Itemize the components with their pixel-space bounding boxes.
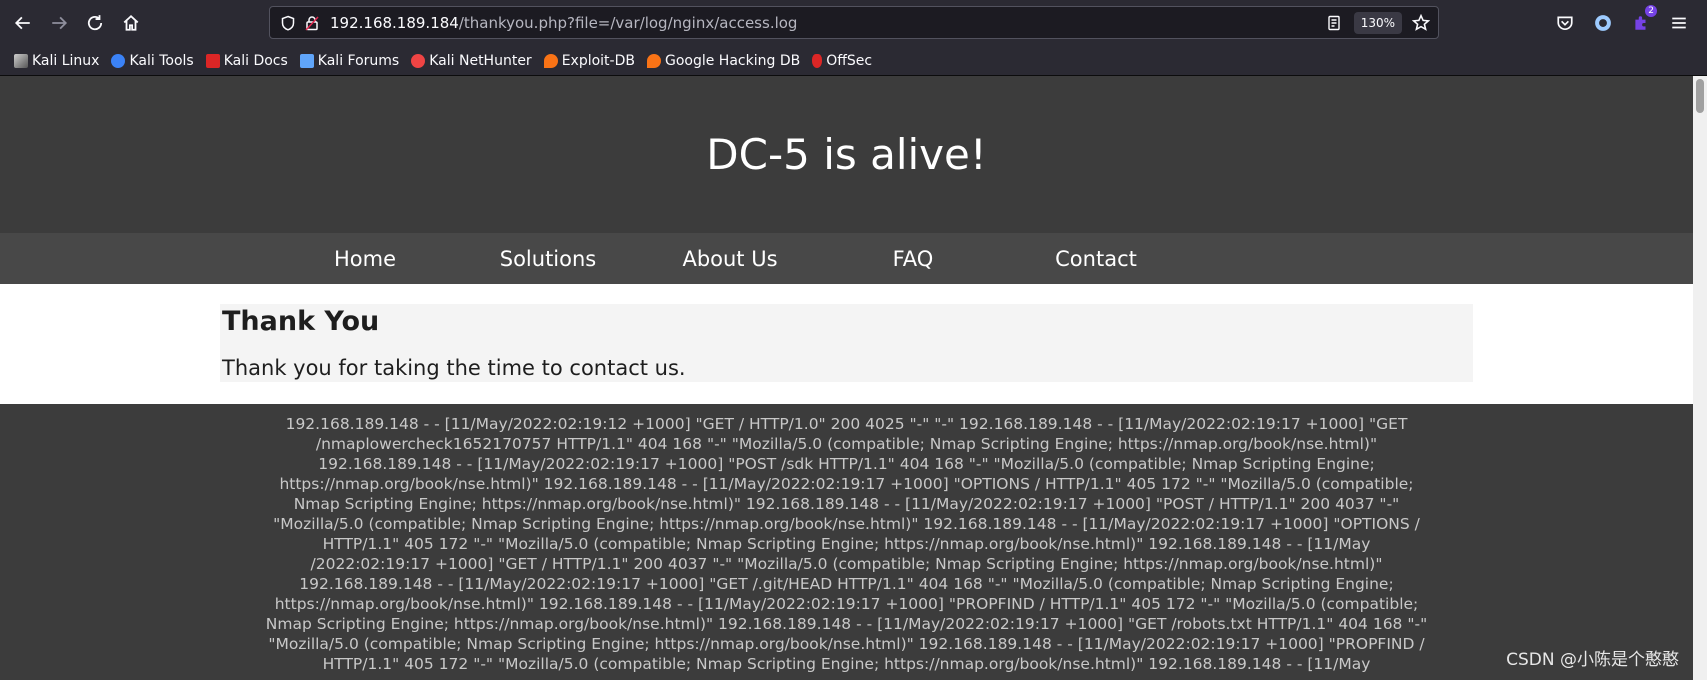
app-menu-button[interactable] — [1669, 13, 1689, 33]
log-line: HTTP/1.1" 405 172 "-" "Mozilla/5.0 (comp… — [322, 535, 1371, 553]
url-text[interactable]: 192.168.189.184/thankyou.php?file=/var/l… — [330, 14, 797, 32]
kali-tools-icon — [111, 53, 126, 68]
log-line: https://nmap.org/book/nse.html)" 192.168… — [274, 595, 1419, 613]
home-button[interactable] — [118, 10, 144, 36]
log-line: Nmap Scripting Engine; https://nmap.org/… — [293, 495, 1400, 513]
bookmarks-bar: Kali Linux Kali Tools Kali Docs Kali For… — [0, 46, 1707, 76]
bookmark-label: Google Hacking DB — [664, 52, 801, 69]
offsec-icon — [812, 53, 823, 68]
log-line: /nmaplowercheck1652170757 HTTP/1.1" 404 … — [315, 435, 1378, 453]
site-title: DC-5 is alive! — [706, 130, 987, 179]
bookmark-label: Kali NetHunter — [429, 52, 532, 69]
bookmark-label: Kali Forums — [317, 52, 400, 69]
log-line: /2022:02:19:17 +1000] "GET / HTTP/1.1" 2… — [310, 555, 1383, 573]
bookmark-exploit-db[interactable]: Exploit-DB — [543, 52, 635, 69]
log-line: Nmap Scripting Engine; https://nmap.org/… — [265, 615, 1428, 633]
home-icon — [123, 15, 139, 31]
log-output-area: 192.168.189.148 - - [11/May/2022:02:19:1… — [0, 404, 1693, 680]
kali-docs-icon — [205, 53, 220, 68]
page-viewport: DC-5 is alive! Home Solutions About Us F… — [0, 76, 1693, 680]
url-path: /thankyou.php?file=/var/log/nginx/access… — [458, 13, 798, 32]
log-line: "Mozilla/5.0 (compatible; Nmap Scripting… — [273, 515, 1420, 533]
url-host: 192.168.189.184 — [330, 13, 459, 32]
site-nav: Home Solutions About Us FAQ Contact — [0, 233, 1693, 284]
bookmark-label: Kali Tools — [129, 52, 194, 69]
bookmark-star-icon[interactable] — [1412, 13, 1430, 32]
nethunter-icon — [411, 53, 426, 68]
thank-you-box: Thank You Thank you for taking the time … — [220, 304, 1473, 382]
browser-toolbar: 192.168.189.184/thankyou.php?file=/var/l… — [0, 0, 1707, 46]
ghdb-icon — [646, 53, 661, 68]
nav-home[interactable]: Home — [275, 233, 455, 284]
arrow-right-icon — [52, 16, 68, 30]
bookmark-offsec[interactable]: OffSec — [812, 53, 872, 69]
back-button[interactable] — [10, 10, 36, 36]
nav-about-us[interactable]: About Us — [640, 233, 820, 284]
log-line: HTTP/1.1" 405 172 "-" "Mozilla/5.0 (comp… — [322, 655, 1371, 673]
pocket-icon — [1557, 16, 1573, 31]
reader-view-icon[interactable] — [1326, 15, 1342, 31]
bookmark-label: Kali Linux — [32, 52, 100, 69]
scrollbar-thumb[interactable] — [1696, 79, 1704, 113]
extension-puzzle-icon — [1635, 16, 1646, 30]
reload-icon — [87, 15, 103, 31]
arrow-left-icon — [14, 16, 30, 30]
log-line: 192.168.189.148 - - [11/May/2022:02:19:1… — [299, 575, 1394, 593]
page-scrollbar[interactable] — [1693, 76, 1707, 680]
bookmark-label: Exploit-DB — [561, 52, 635, 69]
bookmark-kali-docs[interactable]: Kali Docs — [205, 52, 288, 69]
bookmark-kali-linux[interactable]: Kali Linux — [14, 53, 99, 69]
bookmark-google-hacking-db[interactable]: Google Hacking DB — [646, 52, 801, 69]
bookmark-kali-tools[interactable]: Kali Tools — [111, 52, 194, 69]
tracking-shield-icon[interactable] — [280, 15, 296, 31]
nav-solutions[interactable]: Solutions — [458, 233, 638, 284]
thank-you-heading: Thank You — [222, 306, 380, 337]
url-bar[interactable]: 192.168.189.184/thankyou.php?file=/var/l… — [269, 6, 1439, 39]
account-avatar-icon — [1595, 15, 1611, 31]
log-line: 192.168.189.148 - - [11/May/2022:02:19:1… — [285, 415, 1408, 433]
hamburger-menu-icon — [1672, 17, 1686, 29]
exploit-db-icon — [543, 53, 558, 68]
extensions-badge: 2 — [1645, 5, 1657, 17]
nav-contact[interactable]: Contact — [1006, 233, 1186, 284]
zoom-level-button[interactable]: 130% — [1353, 11, 1402, 34]
kali-dragon-icon — [14, 53, 28, 68]
access-log-text: 192.168.189.148 - - [11/May/2022:02:19:1… — [220, 414, 1473, 674]
reload-button[interactable] — [82, 10, 108, 36]
content-area: Thank You Thank you for taking the time … — [0, 284, 1693, 404]
bookmark-label: OffSec — [826, 52, 873, 69]
bookmark-kali-nethunter[interactable]: Kali NetHunter — [411, 52, 532, 69]
kali-forums-icon — [299, 53, 314, 68]
account-button[interactable] — [1593, 13, 1613, 33]
nav-faq[interactable]: FAQ — [823, 233, 1003, 284]
log-line: "Mozilla/5.0 (compatible; Nmap Scripting… — [268, 635, 1425, 653]
thank-you-message: Thank you for taking the time to contact… — [222, 356, 686, 380]
forward-button[interactable] — [46, 10, 72, 36]
insecure-lock-icon[interactable] — [304, 15, 320, 31]
log-line: https://nmap.org/book/nse.html)" 192.168… — [279, 475, 1414, 493]
site-header: DC-5 is alive! — [0, 76, 1693, 233]
bookmark-label: Kali Docs — [223, 52, 288, 69]
pocket-button[interactable] — [1555, 13, 1575, 33]
log-line: 192.168.189.148 - - [11/May/2022:02:19:1… — [318, 455, 1375, 473]
extensions-button[interactable]: 2 — [1631, 5, 1657, 33]
bookmark-kali-forums[interactable]: Kali Forums — [299, 52, 400, 69]
csdn-watermark: CSDN @小陈是个憨憨 — [1506, 650, 1679, 670]
